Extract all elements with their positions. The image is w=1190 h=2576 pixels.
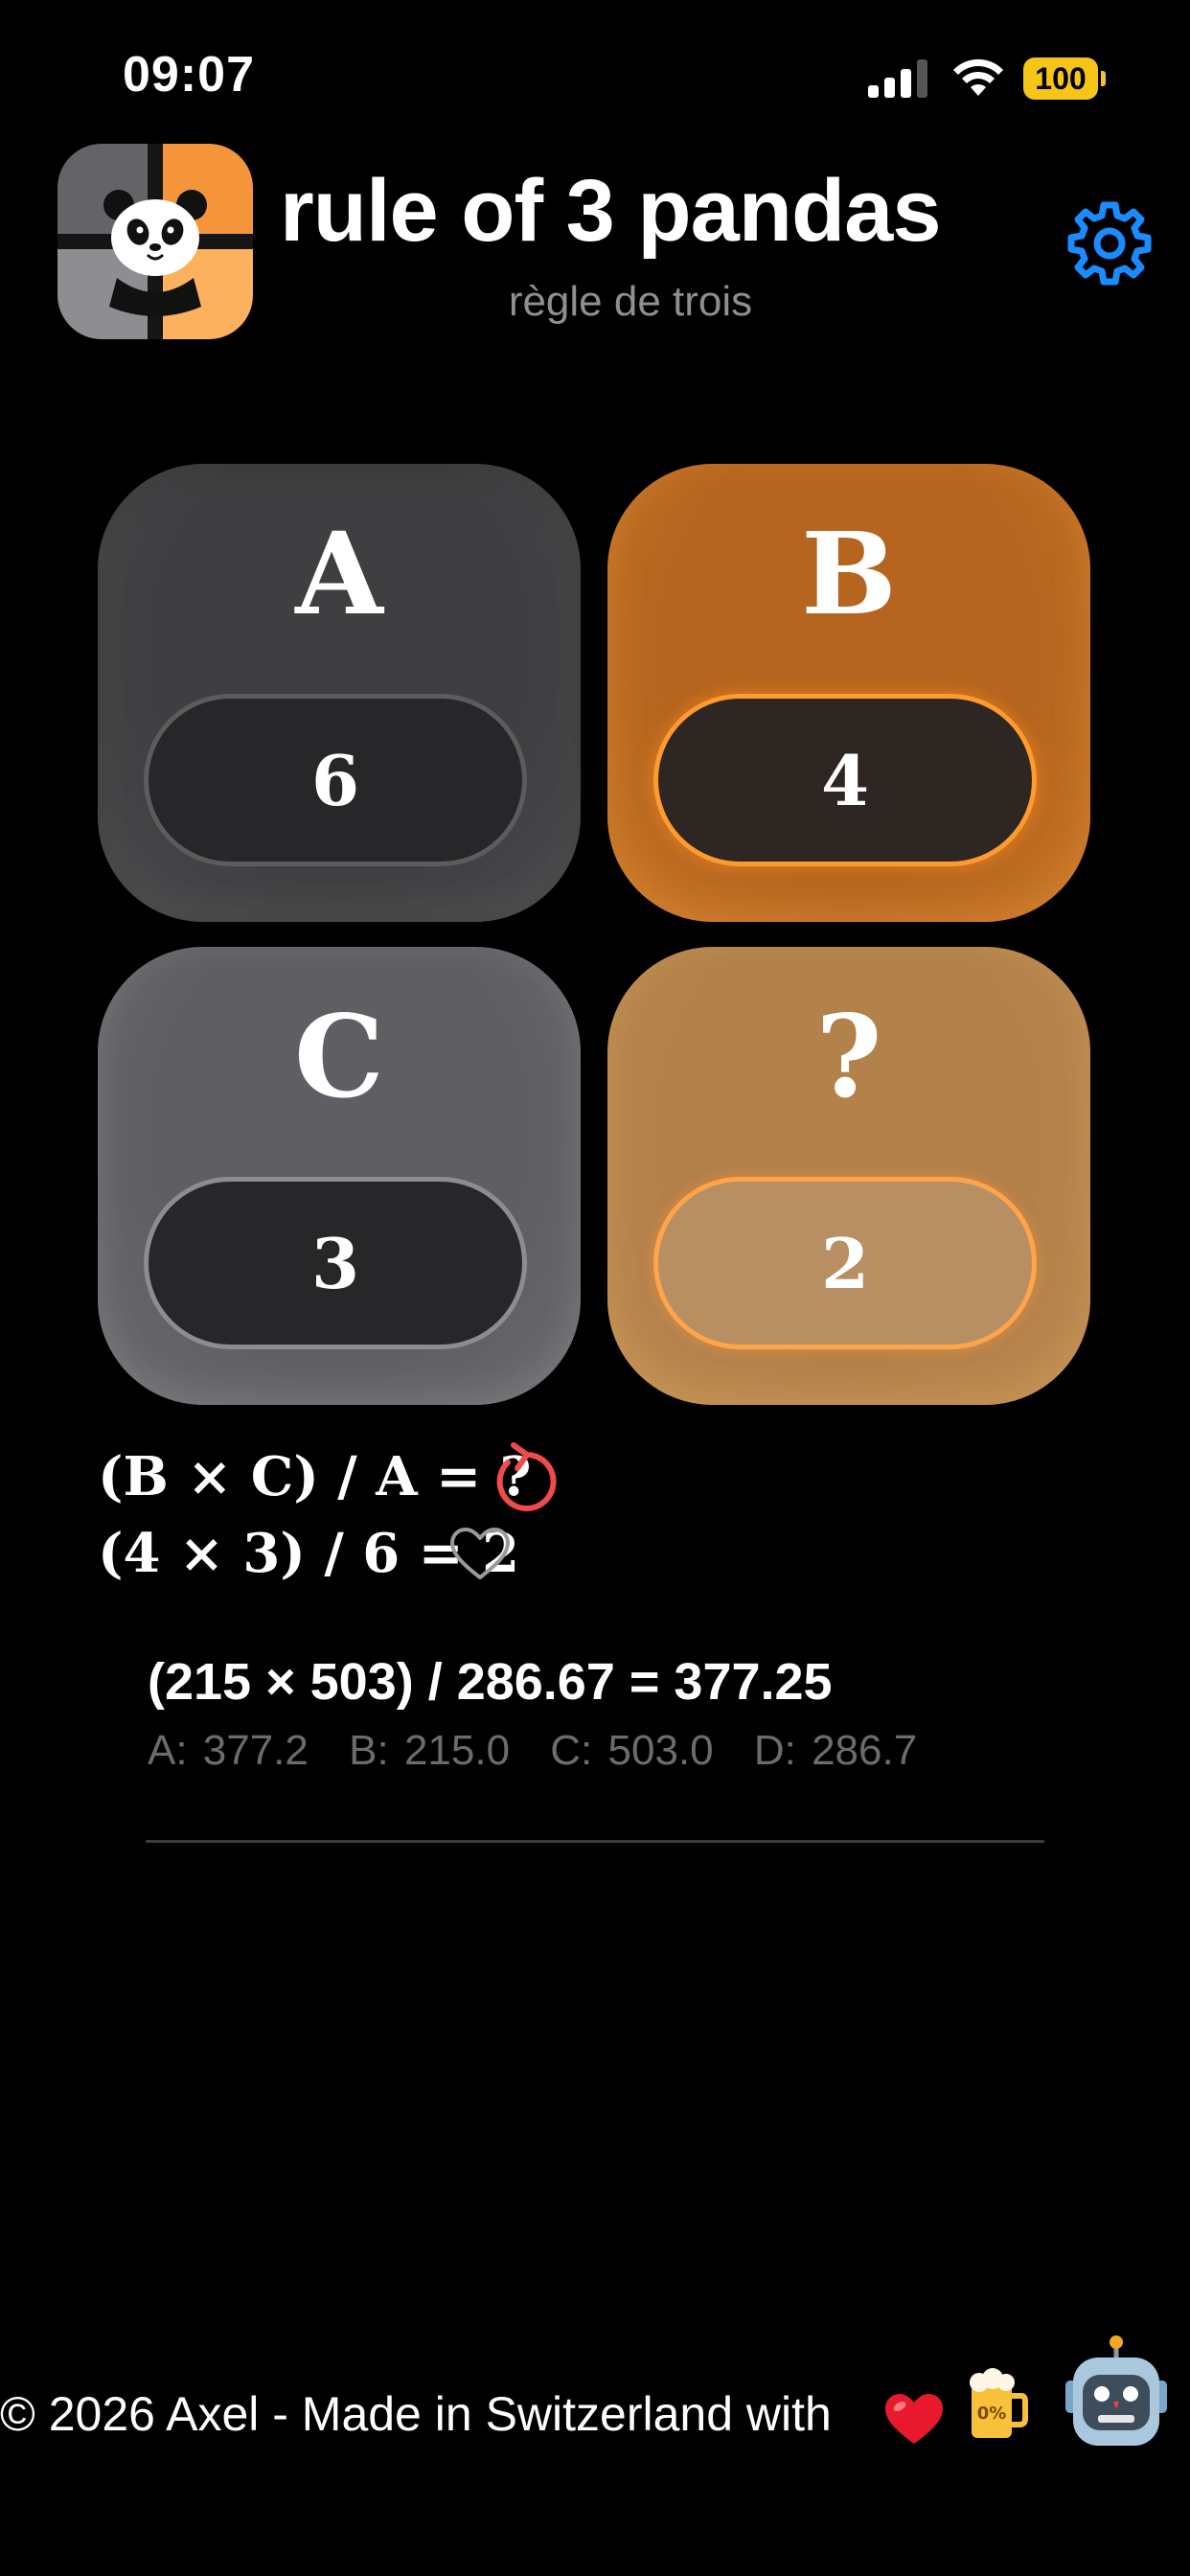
tile-result-output[interactable]: 2: [653, 1177, 1037, 1349]
history-value-d: D: 286.7: [753, 1727, 918, 1774]
battery-level: 100: [1023, 58, 1098, 100]
status-time: 09:07: [123, 47, 255, 103]
app-subtitle: règle de trois: [508, 278, 753, 325]
history-value-a: A: 377.2: [148, 1727, 309, 1774]
tile-b-label: B: [801, 507, 897, 640]
wifi-icon: [953, 58, 1003, 96]
reset-icon[interactable]: [489, 1438, 561, 1518]
red-heart-icon: [885, 2394, 943, 2444]
app-title: rule of 3 pandas: [280, 162, 941, 260]
tile-c-label: C: [294, 990, 384, 1123]
tile-result-label: ?: [815, 990, 882, 1123]
robot-icon[interactable]: [1060, 2334, 1173, 2453]
tile-b-input[interactable]: 4: [653, 694, 1037, 866]
formula-symbolic: (B × C) / A = ?: [98, 1445, 532, 1508]
svg-text:0%: 0%: [977, 2404, 1007, 2424]
tile-c-input[interactable]: 3: [144, 1177, 527, 1349]
history-result: (215 × 503) / 286.67 = 377.25: [148, 1653, 833, 1711]
divider: [146, 1840, 1044, 1843]
tile-a: A 6: [98, 464, 581, 922]
gear-icon[interactable]: [1065, 199, 1154, 288]
cellular-signal-icon: [868, 58, 929, 98]
battery-icon: 100: [1023, 58, 1106, 100]
tile-a-label: A: [295, 507, 383, 640]
history-value-c: C: 503.0: [550, 1727, 714, 1774]
beer-mug-icon[interactable]: 0%: [966, 2367, 1029, 2444]
tile-a-input[interactable]: 6: [144, 694, 527, 866]
tile-c: C 3: [98, 947, 581, 1405]
history-values: A: 377.2 B: 215.0 C: 503.0 D: 286.7: [148, 1727, 942, 1775]
tile-b: B 4: [607, 464, 1090, 922]
tile-result: ? 2: [607, 947, 1090, 1405]
heart-outline-icon[interactable]: [448, 1526, 512, 1583]
footer-copyright: © 2026 Axel - Made in Switzerland with: [0, 2387, 832, 2441]
history-value-b: B: 215.0: [349, 1727, 511, 1774]
